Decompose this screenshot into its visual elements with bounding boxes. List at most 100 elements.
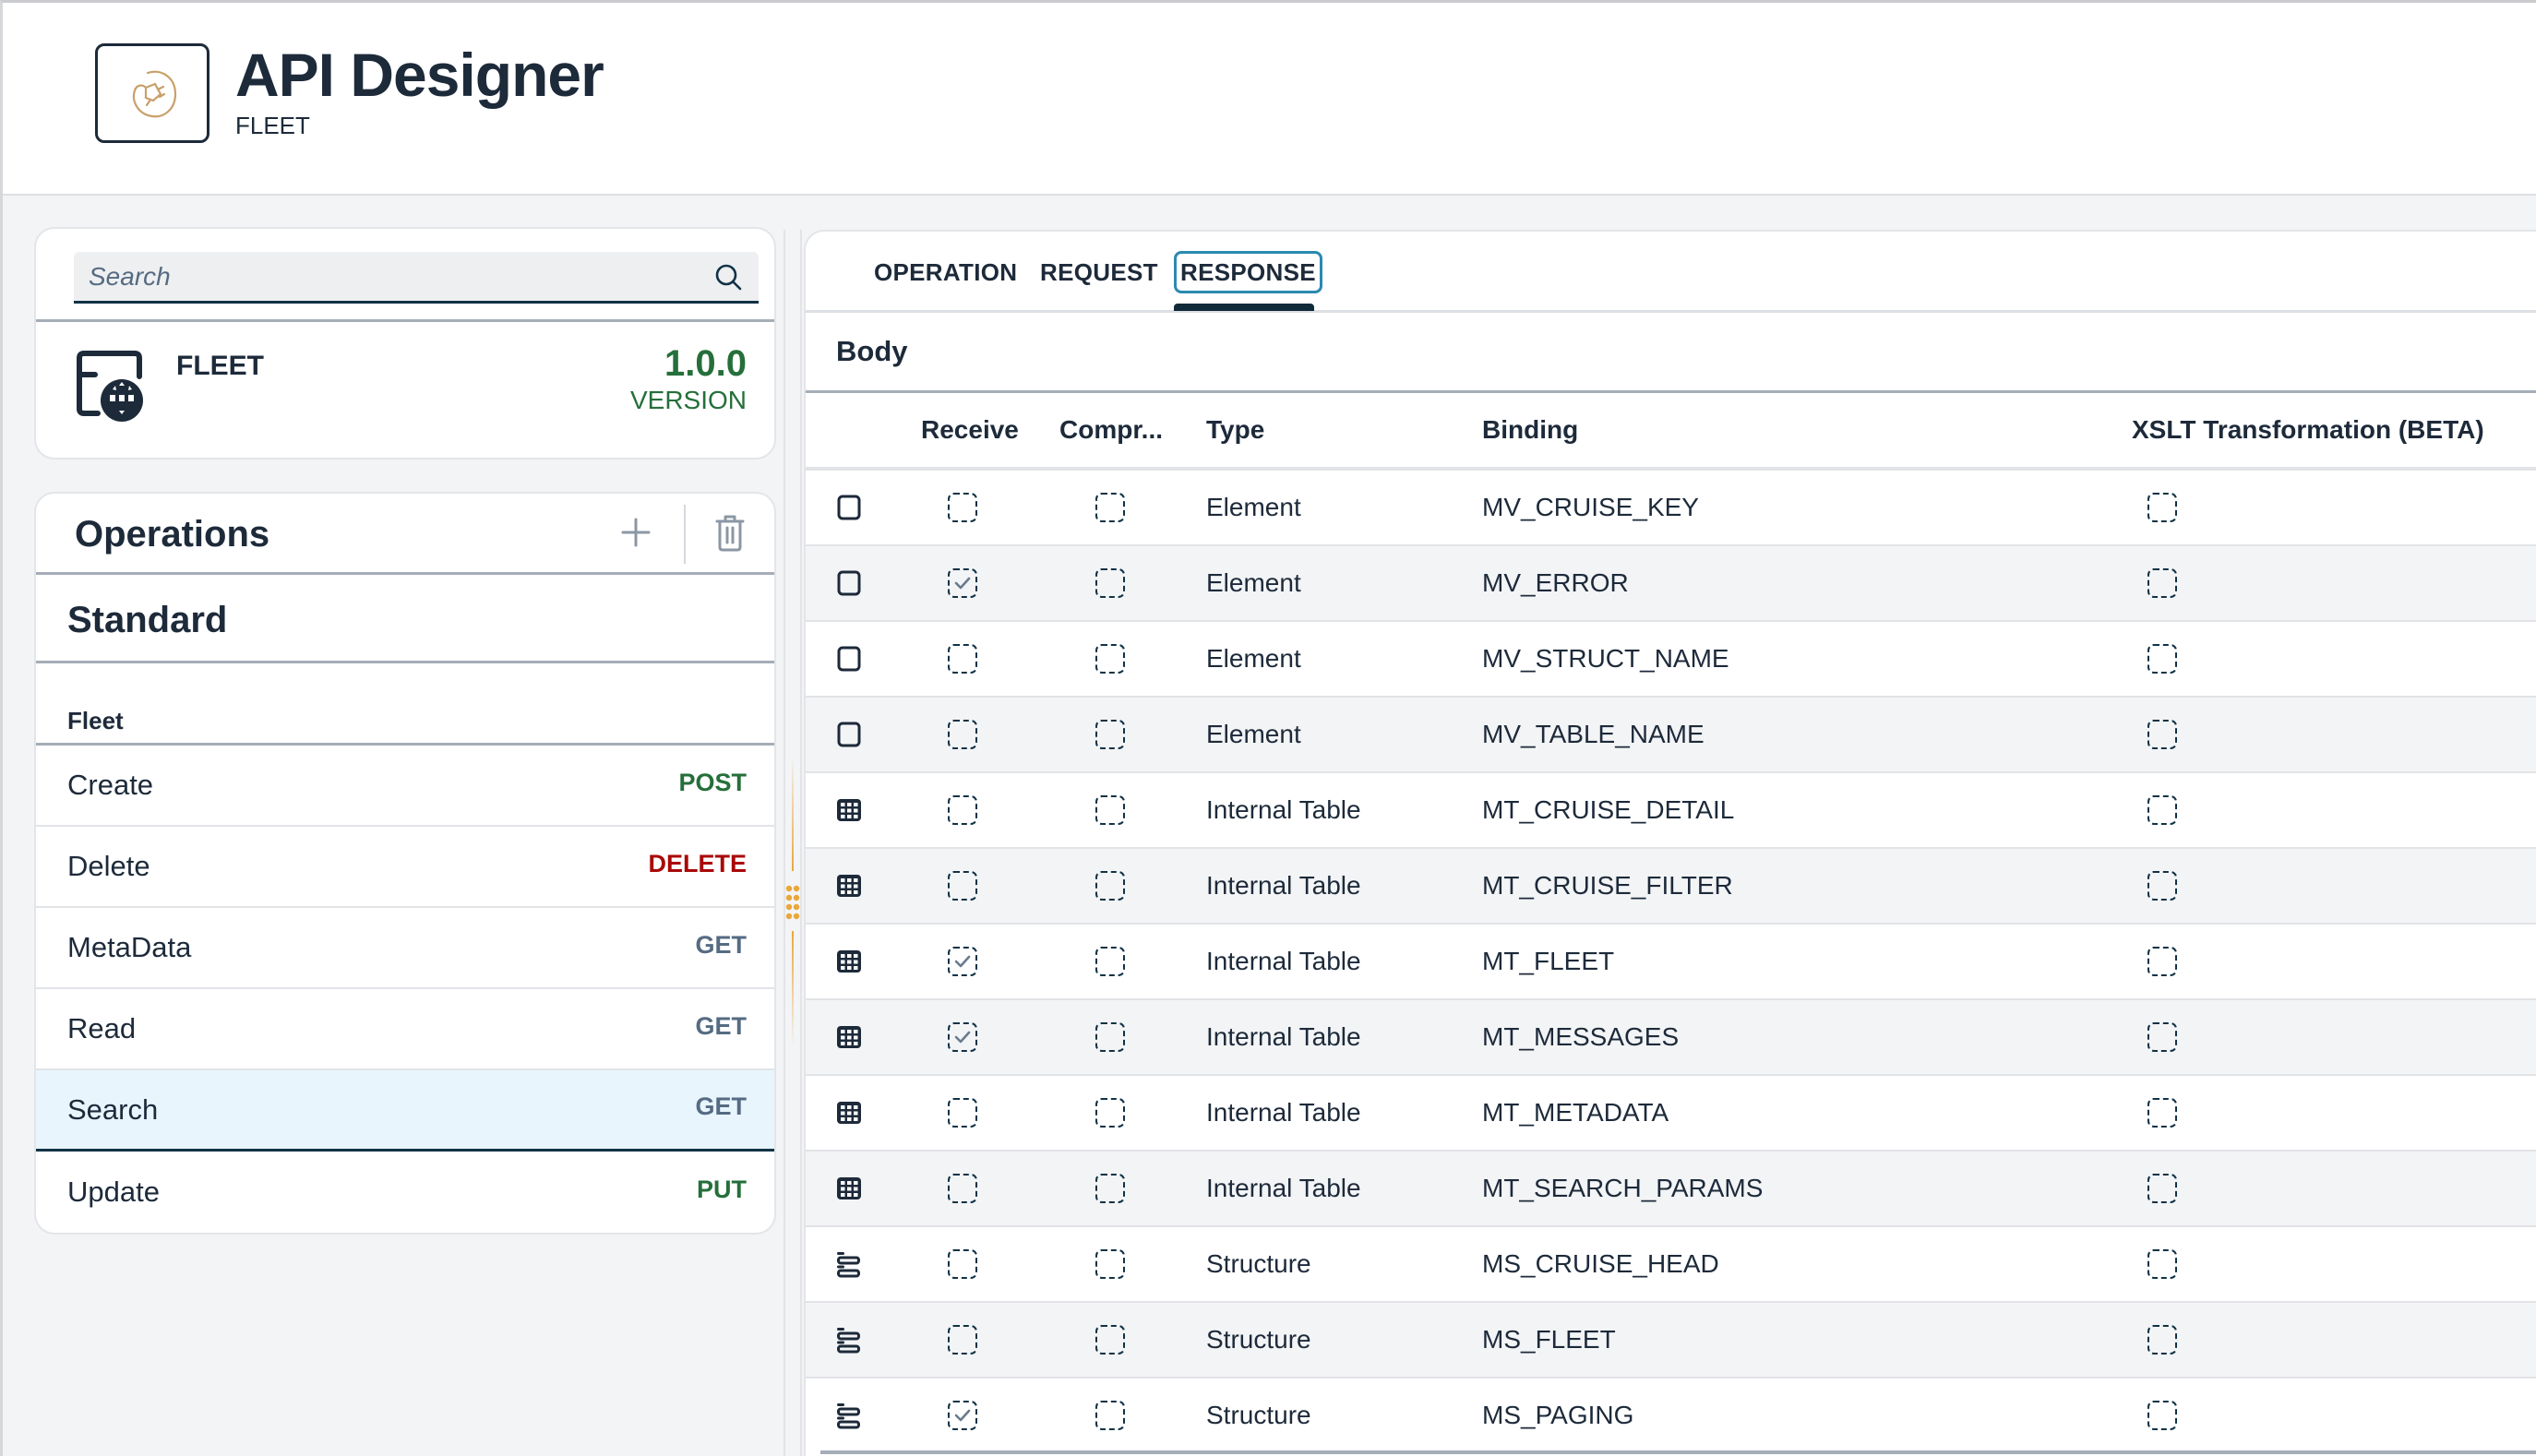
receive-cell (946, 849, 979, 923)
tab-operation[interactable]: OPERATION (870, 251, 1021, 293)
http-method-badge: GET (695, 1011, 747, 1040)
compress-cell (1094, 546, 1127, 620)
search-field[interactable] (74, 252, 759, 304)
compress-checkbox[interactable] (1095, 795, 1125, 825)
receive-checkbox[interactable] (948, 1249, 977, 1279)
operation-item[interactable]: Search GET (36, 1070, 774, 1152)
operations-header: Operations (36, 494, 774, 575)
table-row[interactable]: Element MV_ERROR (806, 546, 2536, 622)
xslt-checkbox[interactable] (2147, 568, 2177, 598)
xslt-cell (2146, 1303, 2179, 1377)
column-header-receive[interactable]: Receive (921, 415, 1019, 445)
compress-checkbox[interactable] (1095, 947, 1125, 976)
receive-checkbox[interactable] (948, 947, 977, 976)
receive-checkbox[interactable] (948, 1401, 977, 1430)
compress-checkbox[interactable] (1095, 1098, 1125, 1128)
xslt-checkbox[interactable] (2147, 1098, 2177, 1128)
plus-icon[interactable] (617, 514, 654, 551)
operation-item[interactable]: Update PUT (36, 1152, 774, 1233)
compress-checkbox[interactable] (1095, 644, 1125, 674)
table-row[interactable]: Internal Table MT_FLEET (806, 925, 2536, 1000)
compress-checkbox[interactable] (1095, 1401, 1125, 1430)
table-row[interactable]: Element MV_STRUCT_NAME (806, 622, 2536, 698)
element-icon (837, 495, 861, 520)
trash-icon[interactable] (713, 512, 747, 553)
divider (36, 319, 774, 322)
receive-checkbox[interactable] (948, 1022, 977, 1052)
column-header-binding[interactable]: Binding (1482, 415, 1578, 445)
xslt-checkbox[interactable] (2147, 871, 2177, 901)
receive-checkbox[interactable] (948, 1174, 977, 1203)
xslt-checkbox[interactable] (2147, 1249, 2177, 1279)
compress-checkbox[interactable] (1095, 871, 1125, 901)
structure-icon (837, 1403, 860, 1429)
operation-item[interactable]: Delete DELETE (36, 827, 774, 908)
compress-checkbox[interactable] (1095, 1249, 1125, 1279)
xslt-cell (2146, 1152, 2179, 1225)
column-header-xslt[interactable]: XSLT Transformation (BETA) (2132, 415, 2484, 445)
table-row[interactable]: Element MV_CRUISE_KEY (806, 471, 2536, 546)
binding-cell: MT_MESSAGES (1482, 1022, 1680, 1051)
table-row[interactable]: Structure MS_PAGING (820, 1378, 2536, 1454)
operation-name: Create (67, 769, 154, 801)
app-logo (95, 43, 209, 143)
body-title: Body (836, 335, 908, 367)
xslt-cell (2146, 471, 2179, 544)
table-row[interactable]: Internal Table MT_MESSAGES (806, 1000, 2536, 1076)
row-type-icon-cell (834, 1076, 864, 1150)
receive-cell (946, 925, 979, 998)
http-method-badge: GET (695, 930, 747, 959)
table-row[interactable]: Internal Table MT_SEARCH_PARAMS (806, 1152, 2536, 1227)
binding-cell: MT_CRUISE_DETAIL (1482, 795, 1735, 824)
table-row[interactable]: Element MV_TABLE_NAME (806, 698, 2536, 773)
operation-item[interactable]: MetaData GET (36, 908, 774, 989)
row-type-icon-cell (834, 1227, 864, 1301)
receive-checkbox[interactable] (948, 1325, 977, 1355)
table-row[interactable]: Internal Table MT_METADATA (806, 1076, 2536, 1152)
search-icon[interactable] (712, 261, 744, 292)
receive-checkbox[interactable] (948, 644, 977, 674)
table-row[interactable]: Internal Table MT_CRUISE_DETAIL (806, 773, 2536, 849)
receive-checkbox[interactable] (948, 720, 977, 749)
compress-checkbox[interactable] (1095, 720, 1125, 749)
search-input[interactable] (89, 261, 712, 292)
compress-cell (1094, 1152, 1127, 1225)
table-icon (837, 799, 861, 821)
operation-name: Update (67, 1176, 160, 1208)
drag-handle-icon[interactable] (785, 885, 800, 922)
receive-checkbox[interactable] (948, 493, 977, 522)
column-header-type[interactable]: Type (1206, 415, 1264, 445)
xslt-checkbox[interactable] (2147, 1174, 2177, 1203)
compress-cell (1094, 773, 1127, 847)
receive-checkbox[interactable] (948, 1098, 977, 1128)
compress-checkbox[interactable] (1095, 568, 1125, 598)
compress-checkbox[interactable] (1095, 493, 1125, 522)
xslt-checkbox[interactable] (2147, 493, 2177, 522)
column-header-compress[interactable]: Compr... (1059, 415, 1163, 445)
tab-request[interactable]: REQUEST (1036, 251, 1162, 293)
xslt-checkbox[interactable] (2147, 1325, 2177, 1355)
table-row[interactable]: Structure MS_FLEET (806, 1303, 2536, 1378)
table-row[interactable]: Internal Table MT_CRUISE_FILTER (806, 849, 2536, 925)
compress-checkbox[interactable] (1095, 1174, 1125, 1203)
table-row[interactable]: Structure MS_CRUISE_HEAD (806, 1227, 2536, 1303)
compress-checkbox[interactable] (1095, 1325, 1125, 1355)
xslt-checkbox[interactable] (2147, 720, 2177, 749)
xslt-checkbox[interactable] (2147, 1401, 2177, 1430)
tab-response[interactable]: RESPONSE (1174, 251, 1322, 293)
operation-item[interactable]: Create POST (36, 746, 774, 827)
receive-checkbox[interactable] (948, 795, 977, 825)
compress-checkbox[interactable] (1095, 1022, 1125, 1052)
xslt-checkbox[interactable] (2147, 644, 2177, 674)
pane-splitter[interactable] (784, 230, 802, 1456)
receive-cell (946, 471, 979, 544)
xslt-checkbox[interactable] (2147, 1022, 2177, 1052)
xslt-cell (2146, 546, 2179, 620)
api-name: FLEET (176, 351, 264, 381)
receive-checkbox[interactable] (948, 871, 977, 901)
xslt-checkbox[interactable] (2147, 947, 2177, 976)
receive-cell (946, 1076, 979, 1150)
receive-checkbox[interactable] (948, 568, 977, 598)
operation-item[interactable]: Read GET (36, 989, 774, 1070)
xslt-checkbox[interactable] (2147, 795, 2177, 825)
